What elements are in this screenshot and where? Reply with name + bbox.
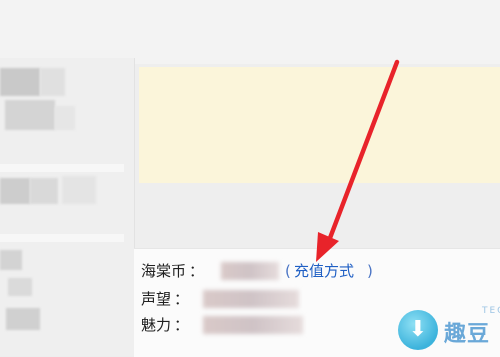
recharge-method-link[interactable]: 充值方式 xyxy=(294,259,354,283)
row-charm: 魅力： xyxy=(141,313,303,337)
left-sidebar-pixelated xyxy=(0,58,135,356)
masked-value-reputation xyxy=(203,290,299,308)
label-haitang-coins: 海棠币 xyxy=(141,262,187,280)
pixelated-block xyxy=(0,68,40,96)
pixelated-block xyxy=(5,100,55,130)
close-paren: ) xyxy=(367,262,373,280)
masked-value-haitang-coins xyxy=(221,262,279,280)
colon: ： xyxy=(174,316,190,334)
watermark-small-text: TECH xyxy=(482,306,500,316)
watermark-logo: ⬇ 趣豆 TECH xyxy=(390,306,500,356)
pixelated-block xyxy=(8,278,32,296)
colon: ： xyxy=(174,290,190,308)
pixelated-block xyxy=(55,106,75,130)
label-reputation: 声望 xyxy=(141,290,172,308)
row-haitang-coins: 海棠币： ( 充值方式 ) xyxy=(141,259,373,283)
separator xyxy=(0,164,124,172)
watermark-text: 趣豆 xyxy=(444,322,491,347)
highlighted-notice-area xyxy=(139,67,500,183)
pixelated-block xyxy=(0,250,22,270)
top-blurred-strip xyxy=(0,0,500,64)
masked-value-charm xyxy=(203,316,303,334)
separator xyxy=(0,234,124,242)
pixelated-block xyxy=(30,178,58,204)
colon: ： xyxy=(189,262,205,280)
pixelated-block xyxy=(62,176,96,204)
pixelated-block xyxy=(40,68,65,96)
download-icon: ⬇ xyxy=(398,310,438,350)
row-reputation: 声望： xyxy=(141,287,299,311)
open-paren: ( xyxy=(285,262,291,280)
pixelated-block xyxy=(0,178,30,204)
label-charm: 魅力 xyxy=(141,316,172,334)
pixelated-block xyxy=(6,308,40,330)
